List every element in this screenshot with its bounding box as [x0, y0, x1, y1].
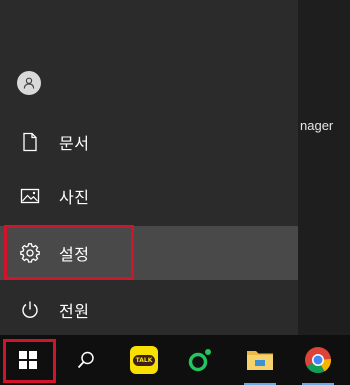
menu-item-power[interactable]: 전원 [0, 283, 298, 337]
menu-item-pictures[interactable]: 사진 [0, 169, 298, 223]
taskbar: TALK [0, 335, 350, 385]
power-icon [16, 296, 44, 324]
user-icon [23, 77, 35, 89]
kakaotalk-icon: TALK [130, 346, 158, 374]
start-button[interactable] [0, 335, 56, 385]
search-button[interactable] [58, 335, 114, 385]
user-avatar[interactable] [17, 71, 41, 95]
start-menu: 문서 사진 설정 전원 [0, 0, 298, 335]
green-app-button[interactable] [172, 335, 228, 385]
chrome-button[interactable] [290, 335, 346, 385]
file-explorer-button[interactable] [232, 335, 288, 385]
menu-item-documents[interactable]: 문서 [0, 115, 298, 169]
pictures-icon [16, 182, 44, 210]
search-icon [77, 351, 94, 369]
kakaotalk-badge-text: TALK [132, 354, 156, 366]
menu-item-settings[interactable]: 설정 [0, 226, 298, 280]
menu-item-label: 전원 [59, 302, 90, 321]
menu-item-label: 설정 [59, 245, 90, 264]
background-window [298, 0, 350, 335]
kakaotalk-button[interactable]: TALK [116, 335, 172, 385]
document-icon [16, 128, 44, 156]
menu-item-label: 사진 [59, 188, 90, 207]
menu-item-label: 문서 [59, 134, 90, 153]
green-app-icon [188, 349, 211, 372]
chrome-icon [305, 347, 331, 374]
background-window-text: nager [300, 118, 334, 133]
folder-icon [247, 351, 273, 370]
settings-gear-icon [16, 239, 44, 267]
windows-logo-icon [19, 351, 37, 369]
